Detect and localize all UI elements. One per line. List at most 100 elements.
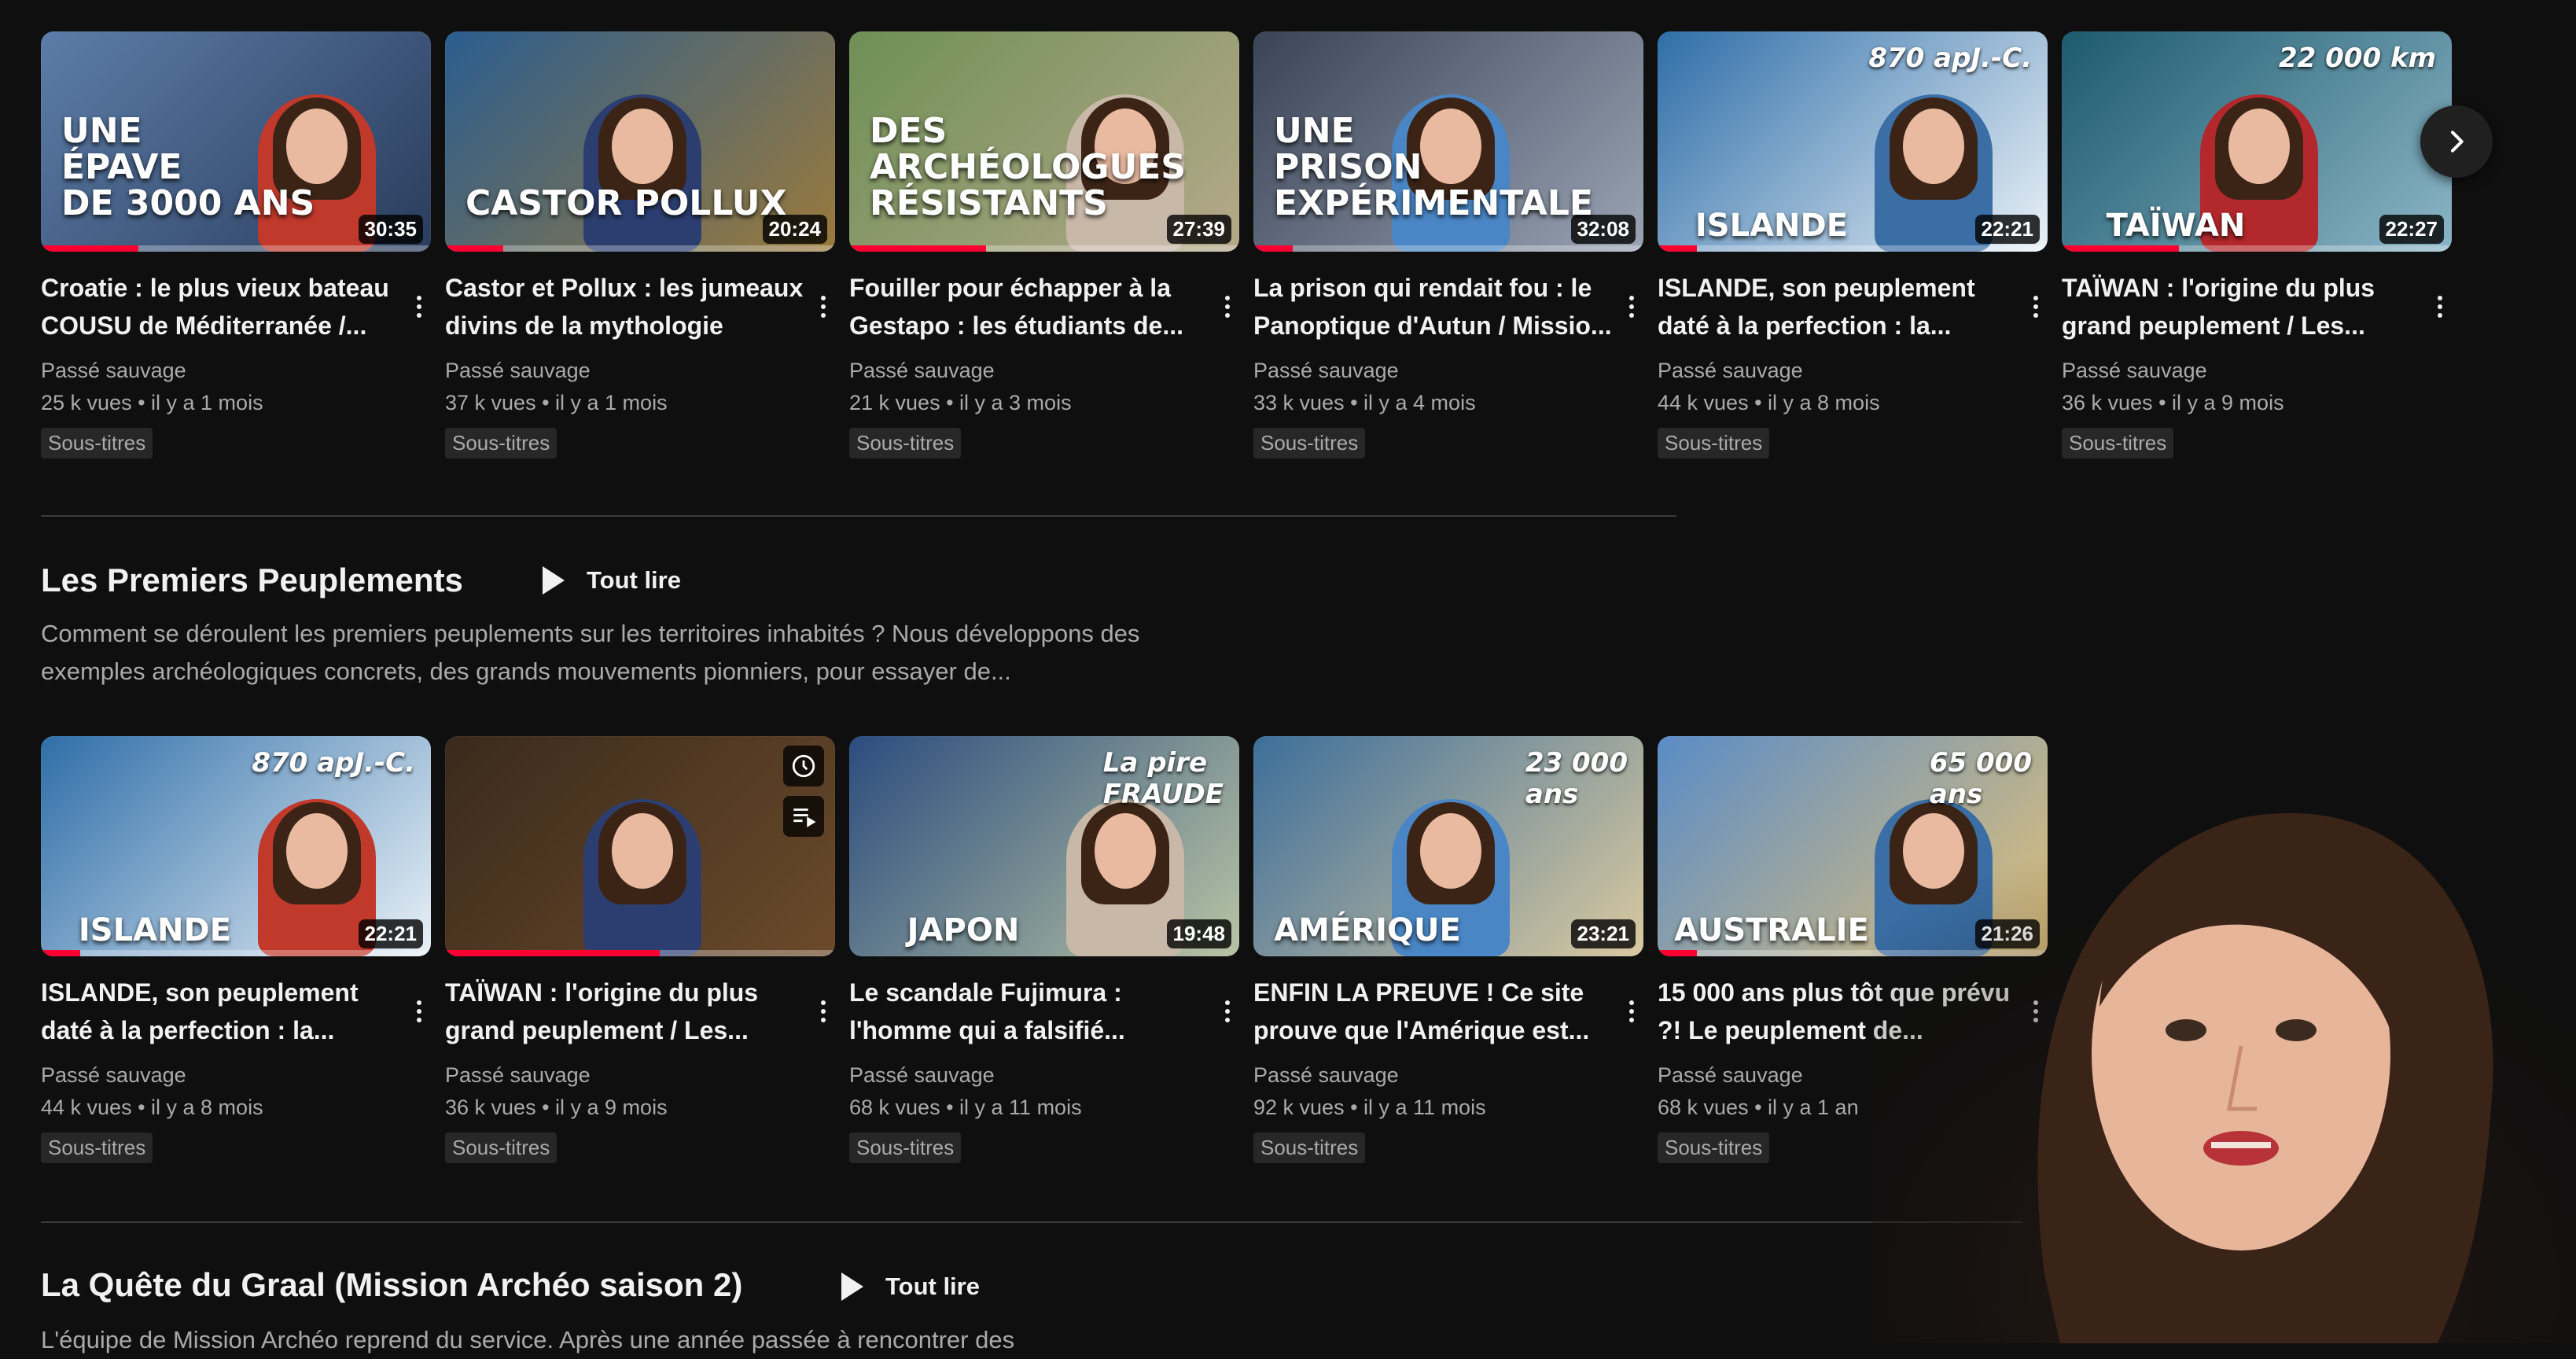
view-stats: 44 k vues • il y a 8 mois: [1658, 391, 1880, 414]
video-duration: 22:27: [2379, 215, 2444, 244]
video-thumbnail[interactable]: DES ARCHÉOLOGUES RÉSISTANTS 27:39: [849, 31, 1239, 252]
watch-progress-bar: [1253, 245, 1293, 252]
video-title[interactable]: La prison qui rendait fou : le Panoptiqu…: [1253, 269, 1612, 344]
video-thumbnail[interactable]: CASTOR POLLUX 20:24: [445, 31, 835, 252]
video-card[interactable]: JAPON La pire FRAUDE 19:48 Le scandale Fuji…: [849, 736, 1239, 1163]
video-duration: 22:21: [1974, 215, 2040, 244]
video-title[interactable]: Castor et Pollux : les jumeaux divins de…: [445, 269, 804, 344]
subtitles-badge: Sous-titres: [2062, 428, 2174, 459]
video-card[interactable]: AMÉRIQUE 23 000 ans 23:21 ENFIN LA PREUVE !…: [1253, 736, 1643, 1163]
channel-name[interactable]: Passé sauvage: [1253, 1063, 1612, 1088]
channel-name[interactable]: Passé sauvage: [1658, 359, 2016, 383]
video-thumbnail[interactable]: ISLANDE 870 apJ.-C. 22:21: [1658, 31, 2048, 252]
video-card[interactable]: ISLANDE 870 apJ.-C. 22:21 ISLANDE, son peup…: [1658, 31, 2048, 459]
subtitles-badge: Sous-titres: [445, 1132, 558, 1163]
video-title[interactable]: ISLANDE, son peuplement daté à la perfec…: [41, 974, 399, 1049]
play-all-button[interactable]: Tout lire: [543, 566, 681, 595]
thumbnail-text: AUSTRALIE: [1674, 912, 1869, 948]
subtitles-badge: Sous-titres: [849, 428, 962, 459]
thumbnail-text: ISLANDE: [78, 912, 232, 948]
play-all-label: Tout lire: [885, 1272, 980, 1300]
video-duration: 19:48: [1166, 919, 1231, 948]
thumbnail-text: AMÉRIQUE: [1274, 912, 1461, 948]
more-actions-icon[interactable]: [2024, 289, 2048, 324]
watch-progress-track: [41, 950, 431, 956]
section-title-premiers-peuplements[interactable]: Les Premiers Peuplements: [41, 562, 463, 599]
video-metadata: ENFIN LA PREUVE ! Ce site prouve que l'A…: [1253, 974, 1643, 1163]
video-title[interactable]: ISLANDE, son peuplement daté à la perfec…: [1658, 269, 2016, 344]
video-thumbnail[interactable]: AMÉRIQUE 23 000 ans 23:21: [1253, 736, 1643, 956]
section-title-quete-du-graal[interactable]: La Quête du Graal (Mission Archéo saison…: [41, 1266, 742, 1304]
subtitles-badge: Sous-titres: [1253, 1132, 1366, 1163]
thumbnail-annotation: 870 apJ.-C.: [1868, 42, 2032, 74]
watch-progress-bar: [1658, 245, 1697, 252]
video-metadata: Fouiller pour échapper à la Gestapo : le…: [849, 269, 1239, 459]
video-title[interactable]: TAÏWAN : l'origine du plus grand peuplem…: [445, 974, 804, 1049]
more-actions-icon[interactable]: [1216, 994, 1239, 1029]
video-thumbnail[interactable]: TAÏWAN 22 000 km 22:27: [2062, 31, 2452, 252]
thumbnail-text: TAÏWAN: [2106, 208, 2246, 244]
video-card[interactable]: DES ARCHÉOLOGUES RÉSISTANTS 27:39 Fouiller…: [849, 31, 1239, 459]
more-actions-icon[interactable]: [1620, 289, 1643, 324]
video-title[interactable]: ENFIN LA PREUVE ! Ce site prouve que l'A…: [1253, 974, 1612, 1049]
video-duration: 30:35: [358, 215, 423, 244]
view-stats: 44 k vues • il y a 8 mois: [41, 1096, 263, 1119]
video-thumbnail[interactable]: JAPON La pire FRAUDE 19:48: [849, 736, 1239, 956]
video-card[interactable]: UNE PRISON EXPÉRIMENTALE 32:08 La prison q…: [1253, 31, 1643, 459]
video-thumbnail[interactable]: ISLANDE 870 apJ.-C. 22:21: [41, 736, 431, 956]
video-metadata: ISLANDE, son peuplement daté à la perfec…: [1658, 269, 2048, 459]
video-title[interactable]: Le scandale Fujimura : l'homme qui a fal…: [849, 974, 1208, 1049]
video-card[interactable]: UNE ÉPAVE DE 3000 ANS 30:35 Croatie : le p…: [41, 31, 431, 459]
video-metadata: Croatie : le plus vieux bateau COUSU de …: [41, 269, 431, 459]
view-stats: 37 k vues • il y a 1 mois: [445, 391, 668, 414]
more-actions-icon[interactable]: [811, 994, 835, 1029]
play-icon: [543, 566, 565, 595]
subtitles-badge: Sous-titres: [1658, 1132, 1770, 1163]
channel-name[interactable]: Passé sauvage: [849, 359, 1208, 383]
subtitles-badge: Sous-titres: [445, 428, 558, 459]
channel-name[interactable]: Passé sauvage: [2062, 359, 2420, 383]
video-duration: 23:21: [1570, 919, 1636, 948]
more-actions-icon[interactable]: [407, 289, 431, 324]
watch-progress-bar: [445, 245, 504, 252]
presenter-thumbnail-figure: [583, 799, 701, 956]
view-stats: 68 k vues • il y a 11 mois: [849, 1096, 1082, 1119]
presenter-thumbnail-figure: [583, 94, 701, 252]
thumbnail-text: UNE PRISON EXPÉRIMENTALE: [1274, 111, 1593, 223]
channel-name[interactable]: Passé sauvage: [1253, 359, 1612, 383]
channel-name[interactable]: Passé sauvage: [445, 359, 804, 383]
video-card[interactable]: CASTOR POLLUX 20:24 Castor et Pollux : les…: [445, 31, 835, 459]
channel-name[interactable]: Passé sauvage: [41, 359, 399, 383]
view-stats: 25 k vues • il y a 1 mois: [41, 391, 263, 414]
more-actions-icon[interactable]: [811, 289, 835, 324]
video-thumbnail[interactable]: [445, 736, 835, 956]
more-actions-icon[interactable]: [2428, 289, 2452, 324]
more-actions-icon[interactable]: [407, 994, 431, 1029]
view-stats: 92 k vues • il y a 11 mois: [1253, 1096, 1486, 1119]
video-duration: 27:39: [1166, 215, 1231, 244]
video-title[interactable]: TAÏWAN : l'origine du plus grand peuplem…: [2062, 269, 2420, 344]
more-actions-icon[interactable]: [1620, 994, 1643, 1029]
video-metadata: TAÏWAN : l'origine du plus grand peuplem…: [445, 974, 835, 1163]
watch-progress-track: [1658, 245, 2048, 252]
watch-progress-bar: [849, 245, 986, 252]
watch-progress-bar: [445, 950, 660, 956]
more-actions-icon[interactable]: [1216, 289, 1239, 324]
video-card[interactable]: ISLANDE 870 apJ.-C. 22:21 ISLANDE, son peup…: [41, 736, 431, 1163]
video-thumbnail[interactable]: UNE PRISON EXPÉRIMENTALE 32:08: [1253, 31, 1643, 252]
add-to-queue-button[interactable]: [783, 796, 824, 837]
section-divider: [41, 515, 1676, 517]
play-all-button[interactable]: Tout lire: [841, 1272, 980, 1301]
video-title[interactable]: Fouiller pour échapper à la Gestapo : le…: [849, 269, 1208, 344]
subtitles-badge: Sous-titres: [1658, 428, 1770, 459]
shelf-next-button[interactable]: [2420, 105, 2493, 178]
video-title[interactable]: Croatie : le plus vieux bateau COUSU de …: [41, 269, 399, 344]
video-card[interactable]: TAÏWAN 22 000 km 22:27 TAÏWAN : l'origine d…: [2062, 31, 2452, 459]
watch-later-button[interactable]: [783, 746, 824, 786]
thumbnail-text: UNE ÉPAVE DE 3000 ANS: [61, 111, 315, 223]
video-card[interactable]: TAÏWAN : l'origine du plus grand peuplem…: [445, 736, 835, 1163]
channel-name[interactable]: Passé sauvage: [41, 1063, 399, 1088]
video-thumbnail[interactable]: UNE ÉPAVE DE 3000 ANS 30:35: [41, 31, 431, 252]
channel-name[interactable]: Passé sauvage: [445, 1063, 804, 1088]
channel-name[interactable]: Passé sauvage: [849, 1063, 1208, 1088]
